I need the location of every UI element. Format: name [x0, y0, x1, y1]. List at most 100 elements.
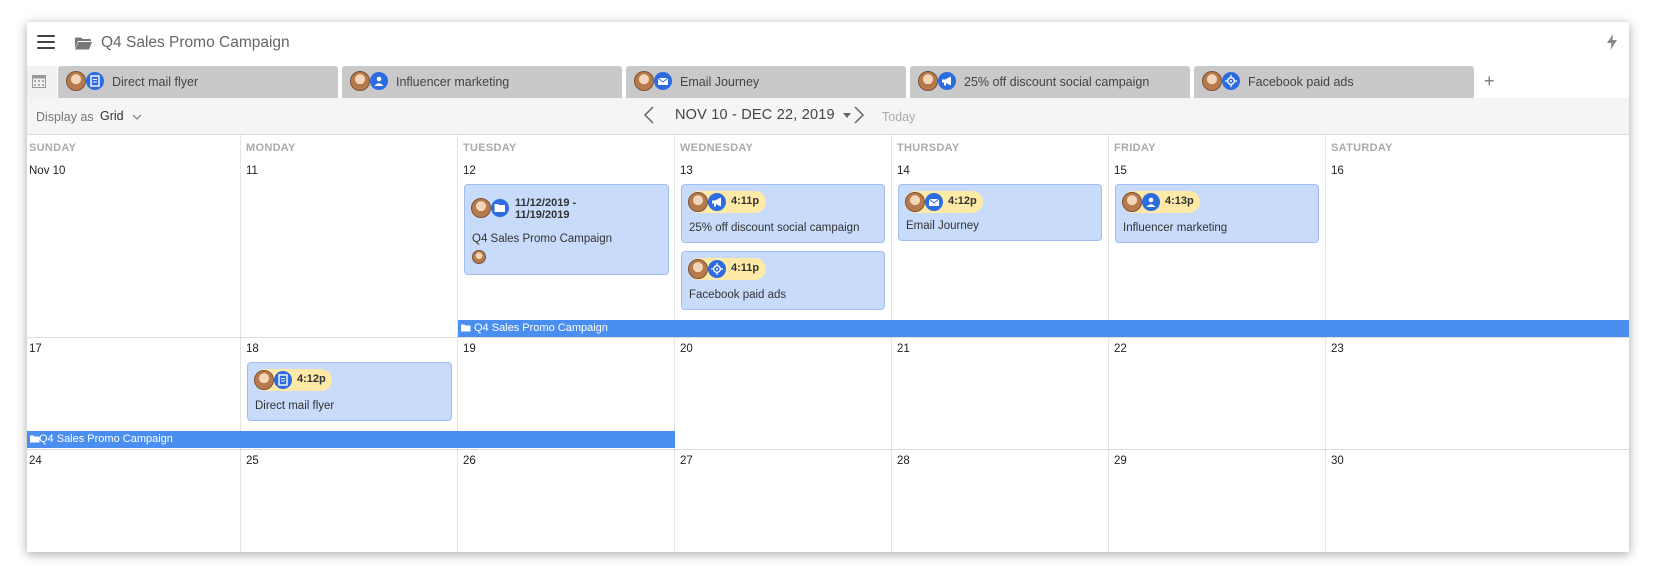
avatar	[254, 370, 274, 390]
date-cell[interactable]: 29	[1114, 455, 1127, 467]
day-header-wednesday: WEDNESDAY	[680, 142, 754, 154]
event-card-campaign[interactable]: 11/12/2019 - 11/19/2019 Q4 Sales Promo C…	[464, 184, 669, 275]
date-range-label: NOV 10 - DEC 22, 2019	[675, 107, 835, 123]
date-cell[interactable]: 25	[246, 455, 259, 467]
tab-label: Direct mail flyer	[112, 75, 199, 89]
row-divider	[27, 337, 1629, 338]
avatar	[634, 71, 654, 91]
row-divider	[27, 449, 1629, 450]
today-button[interactable]: Today	[882, 110, 915, 124]
tab-social-campaign[interactable]: 25% off discount social campaign	[910, 66, 1190, 98]
event-time: 4:11p	[731, 262, 760, 274]
calendar-view-tab[interactable]	[27, 66, 57, 98]
day-header-friday: FRIDAY	[1114, 142, 1156, 154]
date-cell[interactable]: 15	[1114, 165, 1127, 177]
event-title: Direct mail flyer	[255, 400, 335, 412]
tab-direct-mail-flyer[interactable]: Direct mail flyer	[58, 66, 338, 98]
app-window: Q4 Sales Promo Campaign Direct mail flye…	[27, 22, 1629, 552]
avatar	[688, 259, 708, 279]
date-cell[interactable]: 27	[680, 455, 693, 467]
date-cell[interactable]: 17	[29, 343, 42, 355]
megaphone-icon	[708, 193, 726, 211]
event-title: Influencer marketing	[1123, 222, 1228, 234]
tab-influencer-marketing[interactable]: Influencer marketing	[342, 66, 622, 98]
date-cell[interactable]: 26	[463, 455, 476, 467]
chevron-down-icon	[132, 114, 142, 120]
event-card-influencer-marketing[interactable]: 4:13p Influencer marketing	[1115, 184, 1319, 243]
column-divider	[1108, 134, 1109, 552]
date-cell[interactable]: 28	[897, 455, 910, 467]
view-select[interactable]: Grid	[100, 109, 142, 123]
view-select-value: Grid	[100, 109, 124, 123]
page-title: Q4 Sales Promo Campaign	[101, 34, 290, 51]
event-title: 25% off discount social campaign	[689, 222, 860, 234]
event-title: Email Journey	[906, 220, 979, 232]
day-header-sunday: SUNDAY	[29, 142, 77, 154]
date-cell[interactable]: 20	[680, 343, 693, 355]
date-cell[interactable]: 21	[897, 343, 910, 355]
event-card-email-journey[interactable]: 4:12p Email Journey	[898, 184, 1102, 241]
column-divider	[240, 134, 241, 552]
campaign-span-bar[interactable]: Q4 Sales Promo Campaign	[27, 431, 675, 448]
event-card-direct-mail[interactable]: 4:12p Direct mail flyer	[247, 362, 452, 421]
date-cell[interactable]: 16	[1331, 165, 1344, 177]
event-time: 4:11p	[731, 195, 760, 207]
folder-icon	[75, 37, 92, 50]
lightning-icon[interactable]	[1607, 34, 1617, 50]
event-card-social-campaign[interactable]: 4:11p 25% off discount social campaign	[681, 184, 885, 243]
date-cell[interactable]: 30	[1331, 455, 1344, 467]
time-pill: 4:11p	[688, 258, 766, 280]
date-cell[interactable]: 18	[246, 343, 259, 355]
event-title: Facebook paid ads	[689, 289, 787, 301]
tab-bar: Direct mail flyer Influencer marketing E…	[27, 66, 1629, 98]
calendar-icon	[32, 75, 46, 88]
target-icon	[708, 260, 726, 278]
event-time: 4:12p	[297, 373, 326, 385]
tab-facebook-paid-ads[interactable]: Facebook paid ads	[1194, 66, 1474, 98]
row-divider	[27, 134, 1629, 135]
folder-icon	[491, 199, 509, 217]
date-cell[interactable]: 23	[1331, 343, 1344, 355]
tab-email-journey[interactable]: Email Journey	[626, 66, 906, 98]
avatar	[1122, 192, 1142, 212]
avatar	[1202, 71, 1222, 91]
avatar	[66, 71, 86, 91]
time-pill: 4:13p	[1122, 191, 1200, 213]
avatar	[688, 192, 708, 212]
add-tab-button[interactable]: +	[1484, 71, 1495, 92]
tab-label: 25% off discount social campaign	[964, 75, 1150, 89]
date-cell[interactable]: 11	[246, 165, 258, 177]
event-card-facebook-ads[interactable]: 4:11p Facebook paid ads	[681, 251, 885, 310]
date-cell[interactable]: 12	[463, 165, 476, 177]
envelope-icon	[654, 72, 672, 90]
date-cell[interactable]: 13	[680, 165, 693, 177]
day-header-saturday: SATURDAY	[1331, 142, 1393, 154]
display-as-label: Display as	[36, 110, 94, 124]
envelope-icon	[925, 193, 943, 211]
hamburger-menu-icon[interactable]	[37, 34, 55, 50]
event-date-range: 11/12/2019 - 11/19/2019	[515, 197, 577, 221]
date-range-select[interactable]: NOV 10 - DEC 22, 2019	[675, 107, 851, 123]
tab-label: Email Journey	[680, 75, 760, 89]
span-bar-label: Q4 Sales Promo Campaign	[474, 322, 608, 334]
event-time: 4:13p	[1165, 195, 1194, 207]
column-divider	[891, 134, 892, 552]
previous-range-button[interactable]	[643, 106, 655, 124]
date-cell[interactable]: 14	[897, 165, 910, 177]
next-range-button[interactable]	[853, 106, 865, 124]
tab-label: Influencer marketing	[396, 75, 510, 89]
tab-label: Facebook paid ads	[1248, 75, 1354, 89]
campaign-span-bar[interactable]: Q4 Sales Promo Campaign	[458, 320, 1629, 337]
date-cell[interactable]: 22	[1114, 343, 1127, 355]
date-cell[interactable]: 24	[29, 455, 42, 467]
date-cell[interactable]: Nov 10	[29, 165, 65, 177]
top-bar: Q4 Sales Promo Campaign	[27, 22, 1629, 66]
folder-icon	[461, 324, 471, 332]
document-icon	[274, 371, 292, 389]
document-icon	[86, 72, 104, 90]
day-header-monday: MONDAY	[246, 142, 296, 154]
avatar	[471, 198, 491, 218]
date-cell[interactable]: 19	[463, 343, 476, 355]
caret-down-icon	[842, 112, 851, 118]
people-icon	[370, 72, 388, 90]
